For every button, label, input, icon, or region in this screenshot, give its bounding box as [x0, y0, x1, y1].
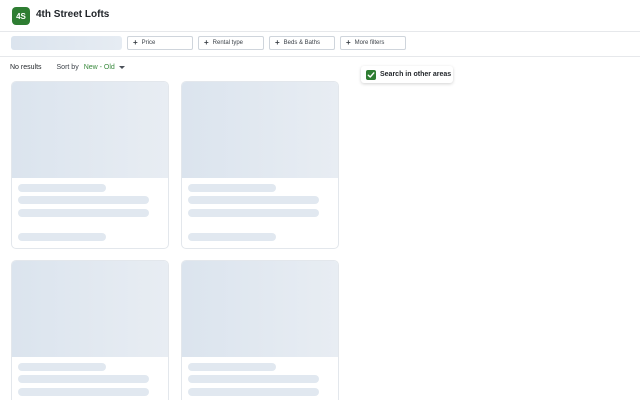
listing-image-skeleton: [182, 261, 338, 357]
skeleton-line: [188, 233, 276, 241]
listing-card-skeleton: [11, 260, 169, 400]
more-filters-button[interactable]: + More filters: [340, 36, 406, 50]
sort-dropdown[interactable]: New - Old: [84, 64, 125, 71]
property-title: 4th Street Lofts: [36, 9, 110, 20]
skeleton-line: [188, 388, 319, 396]
plus-icon: +: [346, 38, 351, 47]
results-toolbar: No results Sort by New - Old: [10, 64, 125, 71]
skeleton-line: [18, 184, 106, 192]
checkmark-icon: [367, 71, 375, 78]
sort-value: New - Old: [83, 64, 115, 71]
filter-label: Rental type: [212, 40, 244, 46]
skeleton-line: [188, 196, 319, 204]
header: 4S 4th Street Lofts: [0, 0, 640, 32]
rental-type-filter-button[interactable]: + Rental type: [198, 36, 264, 50]
search-other-areas-label: Search in other areas: [380, 71, 452, 78]
skeleton-line: [18, 233, 106, 241]
listing-card-skeleton: [11, 81, 169, 249]
skeleton-line: [18, 209, 149, 217]
skeleton-line: [18, 196, 149, 204]
property-logo[interactable]: 4S: [12, 7, 30, 25]
listing-card-skeleton: [181, 81, 339, 249]
skeleton-line: [18, 375, 149, 383]
filter-label: Price: [141, 40, 156, 46]
listing-image-skeleton: [182, 82, 338, 178]
listing-card-skeleton: [181, 260, 339, 400]
filter-bar: + Price + Rental type + Beds & Baths + M…: [0, 33, 640, 57]
sort-label: Sort by: [56, 64, 79, 71]
beds-baths-filter-button[interactable]: + Beds & Baths: [269, 36, 335, 50]
results-count: No results: [10, 64, 42, 71]
plus-icon: +: [204, 38, 209, 47]
filter-label: Beds & Baths: [283, 40, 321, 46]
skeleton-line: [188, 375, 319, 383]
skeleton-line: [188, 184, 276, 192]
plus-icon: +: [133, 38, 138, 47]
chevron-down-icon: [118, 66, 125, 69]
price-filter-button[interactable]: + Price: [127, 36, 193, 50]
skeleton-line: [188, 209, 319, 217]
skeleton-line: [18, 363, 106, 371]
skeleton-line: [18, 388, 149, 396]
listing-image-skeleton: [12, 261, 168, 357]
search-input-skeleton[interactable]: [11, 36, 122, 50]
skeleton-line: [188, 363, 276, 371]
search-other-areas-checkbox[interactable]: [366, 69, 376, 80]
filter-label: More filters: [354, 40, 385, 46]
plus-icon: +: [275, 38, 280, 47]
search-other-areas-toggle[interactable]: Search in other areas: [361, 66, 453, 83]
listing-image-skeleton: [12, 82, 168, 178]
